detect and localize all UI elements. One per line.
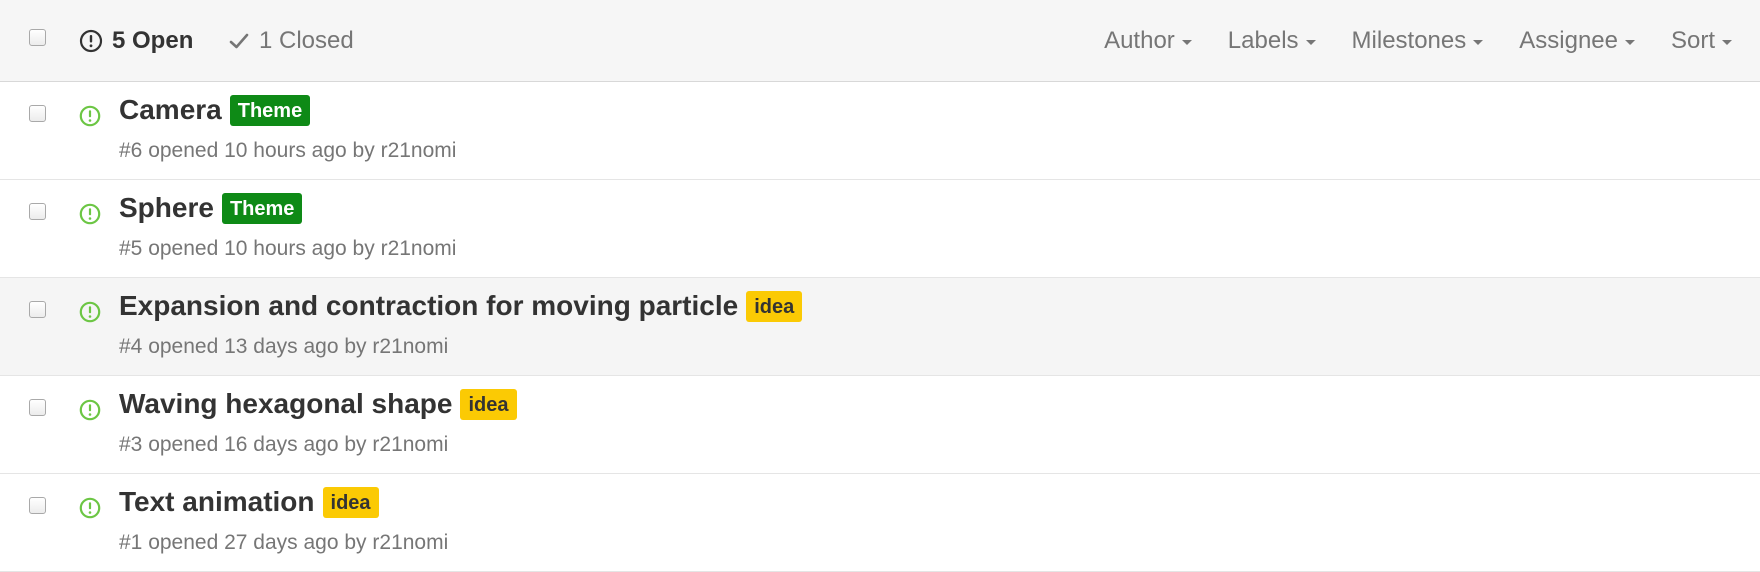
issue-author-link[interactable]: r21nomi bbox=[381, 139, 457, 162]
filter-bar: Author Labels Milestones Assignee Sort bbox=[1068, 0, 1760, 82]
issue-author-link[interactable]: r21nomi bbox=[372, 531, 448, 554]
closed-issues-toggle[interactable]: 1 Closed bbox=[228, 0, 354, 82]
milestones-filter-label: Milestones bbox=[1351, 27, 1467, 54]
issue-author-link[interactable]: r21nomi bbox=[372, 335, 448, 358]
issue-title-link[interactable]: Sphere bbox=[119, 192, 214, 224]
issue-opened-icon bbox=[79, 29, 103, 53]
issue-checkbox[interactable] bbox=[29, 203, 46, 220]
milestones-filter[interactable]: Milestones bbox=[1352, 27, 1484, 55]
issue-label[interactable]: Theme bbox=[221, 192, 303, 224]
issue-title-link[interactable]: Camera bbox=[119, 94, 222, 126]
open-count-label: 5 Open bbox=[112, 27, 194, 54]
issue-opened-text: opened 10 hours ago by bbox=[148, 139, 375, 162]
issue-opened-icon bbox=[79, 301, 101, 323]
check-icon bbox=[229, 33, 249, 49]
issue-checkbox[interactable] bbox=[29, 301, 46, 318]
issue-label[interactable]: idea bbox=[460, 388, 517, 420]
issues-list: 5 Open 1 Closed Author Labels Milestones bbox=[0, 0, 1760, 572]
assignee-filter[interactable]: Assignee bbox=[1519, 27, 1635, 55]
issue-title-link[interactable]: Waving hexagonal shape bbox=[119, 388, 452, 420]
issue-row: Waving hexagonal shape idea #3 opened 16… bbox=[0, 376, 1760, 474]
issue-checkbox[interactable] bbox=[29, 105, 46, 122]
issue-number: #6 bbox=[119, 139, 143, 162]
issue-number: #1 bbox=[119, 531, 143, 554]
issue-label[interactable]: Theme bbox=[229, 94, 311, 126]
issue-title-link[interactable]: Expansion and contraction for moving par… bbox=[119, 290, 738, 322]
issue-meta: #3 opened 16 days ago by r21nomi bbox=[119, 433, 448, 457]
open-issues-toggle[interactable]: 5 Open bbox=[79, 0, 193, 82]
issue-opened-text: opened 13 days ago by bbox=[148, 335, 367, 358]
issue-opened-text: opened 27 days ago by bbox=[148, 531, 367, 554]
caret-down-icon bbox=[1624, 40, 1635, 45]
issue-opened-icon bbox=[79, 399, 101, 421]
issue-number: #4 bbox=[119, 335, 143, 358]
issue-opened-text: opened 10 hours ago by bbox=[148, 237, 375, 260]
caret-down-icon bbox=[1181, 40, 1192, 45]
issue-row: Sphere Theme #5 opened 10 hours ago by r… bbox=[0, 180, 1760, 278]
labels-filter[interactable]: Labels bbox=[1228, 27, 1316, 55]
issue-opened-icon bbox=[79, 105, 101, 127]
issue-label[interactable]: idea bbox=[322, 486, 379, 518]
issue-row: Text animation idea #1 opened 27 days ag… bbox=[0, 474, 1760, 572]
caret-down-icon bbox=[1722, 40, 1732, 45]
sort-filter[interactable]: Sort bbox=[1671, 27, 1732, 55]
issue-author-link[interactable]: r21nomi bbox=[381, 237, 457, 260]
issue-number: #5 bbox=[119, 237, 143, 260]
issue-meta: #1 opened 27 days ago by r21nomi bbox=[119, 531, 448, 555]
issue-opened-icon bbox=[79, 203, 101, 225]
issue-checkbox[interactable] bbox=[29, 399, 46, 416]
issue-meta: #5 opened 10 hours ago by r21nomi bbox=[119, 237, 456, 261]
caret-down-icon bbox=[1473, 40, 1484, 45]
caret-down-icon bbox=[1305, 40, 1316, 45]
issue-opened-icon bbox=[79, 497, 101, 519]
author-filter-label: Author bbox=[1104, 27, 1175, 54]
select-all-checkbox[interactable] bbox=[29, 29, 46, 46]
issue-opened-text: opened 16 days ago by bbox=[148, 433, 367, 456]
issue-meta: #4 opened 13 days ago by r21nomi bbox=[119, 335, 448, 359]
labels-filter-label: Labels bbox=[1227, 27, 1299, 54]
issue-row: Camera Theme #6 opened 10 hours ago by r… bbox=[0, 82, 1760, 180]
issue-label[interactable]: idea bbox=[746, 290, 803, 322]
issue-row: Expansion and contraction for moving par… bbox=[0, 278, 1760, 376]
issue-number: #3 bbox=[119, 433, 143, 456]
issues-list-header: 5 Open 1 Closed Author Labels Milestones bbox=[0, 0, 1760, 82]
author-filter[interactable]: Author bbox=[1104, 27, 1192, 55]
issue-checkbox[interactable] bbox=[29, 497, 46, 514]
issue-author-link[interactable]: r21nomi bbox=[372, 433, 448, 456]
assignee-filter-label: Assignee bbox=[1519, 27, 1618, 54]
issue-title-link[interactable]: Text animation bbox=[119, 486, 315, 518]
issue-meta: #6 opened 10 hours ago by r21nomi bbox=[119, 139, 456, 163]
sort-filter-label: Sort bbox=[1670, 27, 1715, 54]
closed-count-label: 1 Closed bbox=[259, 27, 354, 54]
